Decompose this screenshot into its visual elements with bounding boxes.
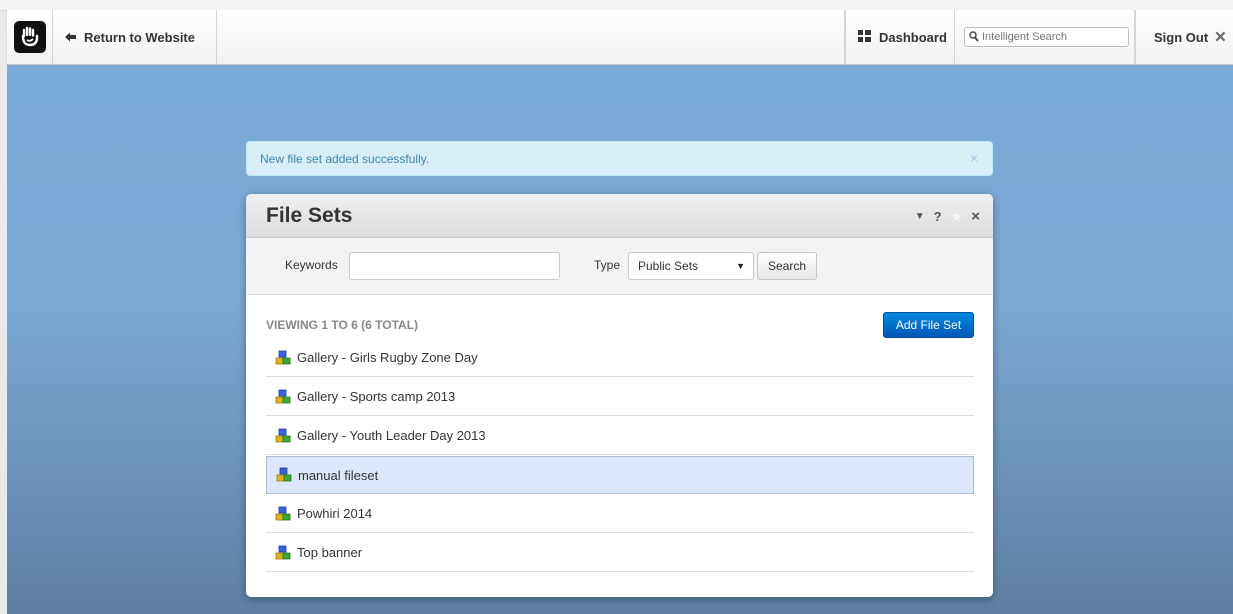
list-item[interactable]: Gallery - Sports camp 2013	[266, 378, 974, 416]
toolbar-spacer	[217, 10, 845, 64]
arrow-left-icon	[65, 30, 76, 45]
search-icon	[969, 30, 979, 45]
file-set-icon	[276, 467, 292, 483]
panel-tools: ▼ ? ★ ×	[915, 208, 980, 225]
success-alert: New file set added successfully. ×	[246, 141, 993, 176]
dashboard-link[interactable]: Dashboard	[845, 10, 955, 64]
search-filter-bar: Keywords Type Public Sets ▼ Search	[246, 238, 993, 295]
keywords-label: Keywords	[285, 258, 338, 272]
search-input[interactable]	[982, 31, 1122, 43]
add-file-set-button[interactable]: Add File Set	[883, 312, 974, 338]
type-label: Type	[594, 258, 621, 272]
close-panel-icon[interactable]: ×	[971, 208, 980, 225]
collapse-icon[interactable]: ▼	[915, 211, 925, 222]
toolbar: Return to Website Dashboard Sign Out ✕	[7, 10, 1233, 65]
return-label: Return to Website	[84, 29, 195, 45]
type-select[interactable]: Public Sets ▼	[628, 252, 754, 280]
list-item[interactable]: Gallery - Girls Rugby Zone Day	[266, 339, 974, 377]
alert-message: New file set added successfully.	[260, 151, 430, 166]
file-set-icon	[275, 350, 291, 366]
file-set-icon	[275, 545, 291, 561]
keywords-input[interactable]	[349, 252, 560, 280]
panel-header: File Sets ▼ ? ★ ×	[246, 194, 993, 238]
intelligent-search	[955, 10, 1135, 64]
list-item-label: Top banner	[297, 545, 363, 560]
type-select-value: Public Sets	[638, 259, 699, 273]
list-item-label: Gallery - Youth Leader Day 2013	[297, 428, 486, 443]
sign-out-label: Sign Out	[1154, 29, 1209, 45]
file-sets-panel: File Sets ▼ ? ★ × Keywords Type Public S…	[246, 194, 993, 597]
return-to-website-link[interactable]: Return to Website	[53, 10, 217, 64]
file-set-icon	[275, 389, 291, 405]
list-item-label: Powhiri 2014	[297, 506, 373, 521]
search-box[interactable]	[964, 27, 1129, 47]
help-icon[interactable]: ?	[934, 209, 942, 224]
hand-logo-icon	[13, 21, 46, 53]
viewing-count: VIEWING 1 TO 6 (6 TOTAL)	[266, 318, 419, 332]
page-title: File Sets	[266, 203, 353, 227]
file-set-icon	[275, 428, 291, 444]
file-set-icon	[275, 506, 291, 522]
list-item[interactable]: Gallery - Youth Leader Day 2013	[266, 417, 974, 455]
list-item-label: Gallery - Sports camp 2013	[297, 389, 456, 404]
list-item[interactable]: Top banner	[266, 534, 974, 572]
close-icon: ✕	[1214, 29, 1227, 46]
file-set-list: Gallery - Girls Rugby Zone Day Gallery - …	[266, 339, 974, 573]
caret-down-icon: ▼	[736, 261, 745, 271]
list-item[interactable]: manual fileset	[266, 456, 974, 494]
grid-icon	[858, 29, 871, 45]
star-icon[interactable]: ★	[951, 209, 963, 225]
list-item-label: Gallery - Girls Rugby Zone Day	[297, 350, 478, 365]
dashboard-label: Dashboard	[879, 29, 947, 45]
cms-logo[interactable]	[7, 10, 53, 64]
alert-close-icon[interactable]: ×	[970, 150, 978, 166]
list-item-label: manual fileset	[298, 467, 379, 483]
list-item[interactable]: Powhiri 2014	[266, 495, 974, 533]
sign-out-link[interactable]: Sign Out ✕	[1135, 10, 1233, 64]
search-button[interactable]: Search	[757, 252, 817, 280]
